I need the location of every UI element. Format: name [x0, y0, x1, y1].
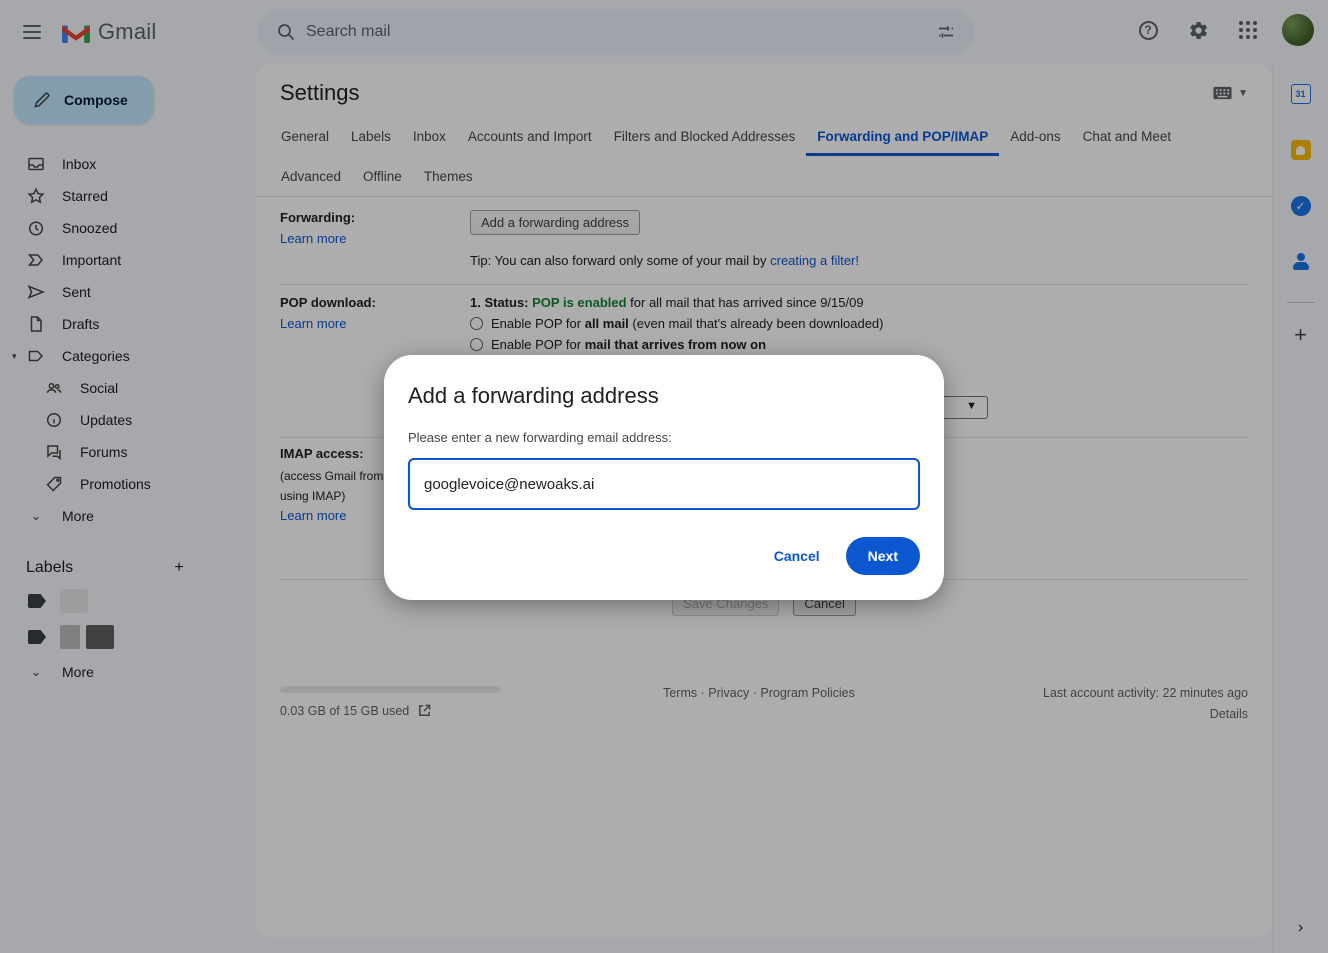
add-forwarding-address-dialog: Add a forwarding address Please enter a …	[384, 355, 944, 600]
dialog-cancel-button[interactable]: Cancel	[774, 548, 820, 564]
dialog-next-button[interactable]: Next	[846, 537, 920, 575]
dialog-title: Add a forwarding address	[408, 383, 920, 409]
dialog-prompt: Please enter a new forwarding email addr…	[408, 430, 920, 445]
forwarding-email-input[interactable]	[408, 458, 920, 510]
